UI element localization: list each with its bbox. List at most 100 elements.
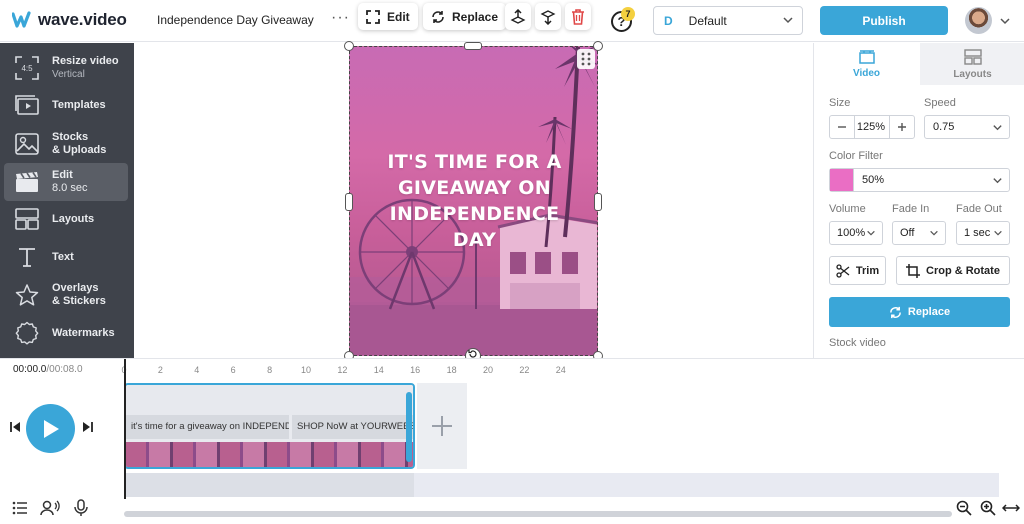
tab-video-label: Video [852, 67, 881, 79]
size-label: Size [829, 97, 851, 109]
audio-track[interactable] [124, 473, 999, 497]
voiceover-icon[interactable] [39, 497, 61, 519]
playhead[interactable] [124, 359, 126, 499]
brand-kit-select[interactable]: D Default [653, 6, 803, 35]
resize-icon: 4:5 [14, 55, 40, 81]
drag-handle[interactable] [577, 49, 595, 69]
layer-up-button[interactable] [505, 3, 531, 30]
edit-button-label: Edit [387, 9, 410, 24]
video-clip[interactable]: it's time for a giveaway on INDEPENDENCE… [124, 383, 415, 469]
sidebar-item-resize-video[interactable]: 4:5 Resize video Vertical [4, 49, 128, 87]
sidebar-item-label: Templates [52, 98, 106, 111]
ruler-tick-label: 20 [482, 365, 494, 375]
replace-button[interactable]: Replace [829, 297, 1010, 327]
delete-button[interactable] [565, 3, 591, 30]
fade-in-select[interactable]: Off [892, 221, 946, 245]
ruler-tick-label: 14 [373, 365, 384, 375]
resize-handle-top[interactable] [464, 42, 482, 50]
sidebar-item-sub: & Stickers [52, 295, 106, 307]
clip-text-layer[interactable]: it's time for a giveaway on INDEPENDENCE [126, 415, 289, 439]
volume-value: 100% [837, 227, 866, 239]
sidebar-item-text[interactable]: Text [4, 238, 128, 276]
resize-handle-right[interactable] [594, 193, 602, 211]
zoom-out-icon[interactable] [953, 497, 975, 519]
fit-width-icon[interactable] [1000, 497, 1022, 519]
replace-top-label: Replace [452, 9, 499, 24]
total-time: /00:08.0 [46, 364, 83, 375]
sidebar-item-sub: 8.0 sec [52, 182, 88, 194]
sidebar-item-label: Stocks [52, 131, 89, 143]
clapperboard-icon [14, 169, 40, 195]
project-title[interactable]: Independence Day Giveaway [157, 13, 314, 27]
top-bar: wave.video Independence Day Giveaway ···… [0, 0, 1024, 42]
avatar[interactable] [965, 7, 992, 34]
replace-top-button[interactable]: Replace [423, 3, 507, 30]
list-view-icon[interactable] [9, 497, 31, 519]
add-clip-button[interactable] [417, 383, 467, 469]
current-time: 00:00.0 [13, 364, 47, 375]
sidebar-item-watermarks[interactable]: Watermarks [4, 314, 128, 352]
sidebar-item-label: Edit [52, 169, 73, 181]
scissors-icon [836, 263, 850, 278]
size-decrease-button[interactable] [830, 116, 854, 138]
sidebar-item-stocks-uploads[interactable]: Stocks & Uploads [4, 125, 128, 163]
fade-in-label: Fade In [892, 203, 930, 215]
clip-text-layer[interactable]: SHOP NoW at YOURWEBSITE [292, 415, 413, 439]
volume-select[interactable]: 100% [829, 221, 883, 245]
replace-icon [890, 306, 901, 318]
microphone-icon[interactable] [70, 497, 92, 519]
publish-button[interactable]: Publish [820, 6, 948, 35]
zoom-in-icon[interactable] [977, 497, 999, 519]
chevron-down-icon [993, 178, 1002, 184]
crop-rotate-button[interactable]: Crop & Rotate [896, 256, 1010, 285]
color-filter-swatch[interactable] [830, 169, 854, 191]
sidebar-item-edit[interactable]: Edit 8.0 sec [4, 163, 128, 201]
sidebar-item-sub: & Uploads [52, 144, 107, 156]
sidebar-item-overlays-stickers[interactable]: Overlays & Stickers [4, 276, 128, 314]
wave-logo-icon [12, 11, 31, 28]
preview-headline[interactable]: IT'S TIME FOR A GIVEAWAY ON INDEPENDENCE… [368, 149, 581, 253]
fade-out-select[interactable]: 1 sec [956, 221, 1010, 245]
trash-icon [572, 8, 584, 25]
edit-button[interactable]: Edit [358, 3, 418, 30]
color-filter-select[interactable]: 50% [829, 168, 1010, 192]
speed-select[interactable]: 0.75 [924, 115, 1010, 139]
ruler-tick-label: 18 [446, 365, 457, 375]
minus-icon [838, 126, 846, 128]
sidebar-item-label: Resize video [52, 55, 119, 67]
panel-tabs: Video Layouts [814, 43, 1024, 85]
timeline: 00:00.0/00:08.0 024681012141618202224 it… [0, 358, 1024, 524]
stock-video-label: Stock video [829, 337, 886, 349]
color-filter-value: 50% [862, 174, 885, 186]
video-tab-icon [858, 49, 875, 64]
app-name: wave.video [38, 10, 127, 29]
trim-button[interactable]: Trim [829, 256, 886, 285]
layer-down-button[interactable] [535, 3, 561, 30]
size-stepper[interactable]: 125% [829, 115, 915, 139]
play-button[interactable] [26, 404, 75, 453]
plus-icon [432, 416, 452, 436]
ruler-tick-label: 16 [410, 365, 421, 375]
app-logo[interactable]: wave.video [12, 10, 127, 30]
fade-out-value: 1 sec [964, 227, 991, 239]
video-preview[interactable]: IT'S TIME FOR A GIVEAWAY ON INDEPENDENCE… [349, 46, 598, 356]
tab-video[interactable]: Video [814, 43, 919, 85]
size-increase-button[interactable] [890, 116, 914, 138]
resize-handle-left[interactable] [345, 193, 353, 211]
text-icon [14, 244, 40, 270]
clip-trim-handle[interactable] [406, 392, 412, 462]
image-icon [14, 131, 40, 157]
sidebar-item-layouts[interactable]: Layouts [4, 200, 128, 238]
chevron-down-icon[interactable] [999, 15, 1011, 27]
skip-forward-icon[interactable] [82, 421, 94, 433]
sidebar-item-templates[interactable]: Templates [4, 86, 128, 124]
more-options-button[interactable]: ··· [331, 9, 350, 27]
replace-label: Replace [907, 306, 951, 318]
size-value[interactable]: 125% [854, 116, 890, 138]
ruler-tick-label: 24 [555, 365, 566, 375]
timeline-scrollbar[interactable] [124, 511, 952, 517]
resize-handle-top-left[interactable] [344, 41, 354, 51]
tab-layouts[interactable]: Layouts [920, 43, 1024, 85]
skip-back-icon[interactable] [9, 421, 21, 433]
ruler-tick-label: 22 [519, 365, 530, 375]
